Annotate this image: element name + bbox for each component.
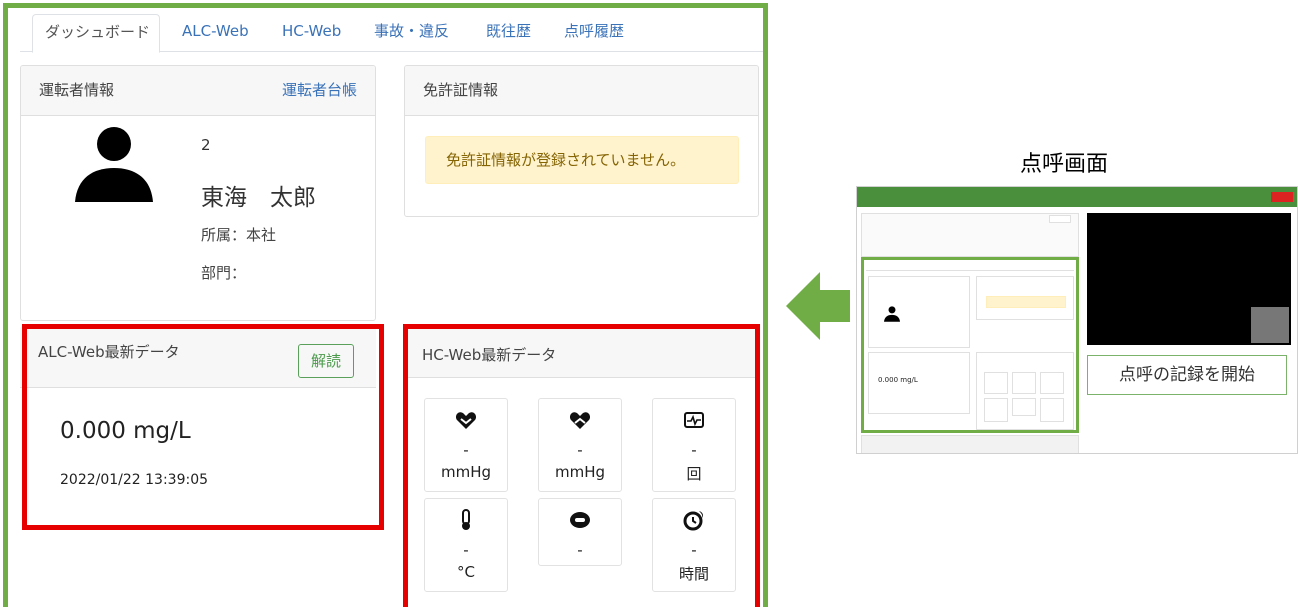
zoomed-dashboard: ダッシュボード ALC-Web HC-Web 事故・違反 既往歴 点呼履歴 運転…: [3, 3, 768, 607]
tab-accident[interactable]: 事故・違反: [374, 14, 449, 52]
tab-dashboard[interactable]: ダッシュボード: [32, 14, 160, 53]
thumb-header-bar: [857, 187, 1297, 207]
tab-alc-web[interactable]: ALC-Web: [182, 14, 249, 52]
license-card-title: 免許証情報: [423, 81, 499, 99]
screen-caption: 点呼画面: [1020, 152, 1109, 177]
tab-roll-call-history[interactable]: 点呼履歴: [564, 14, 624, 52]
driver-name: 東海 太郎: [201, 185, 316, 211]
driver-affiliation: 所属：本社: [201, 226, 277, 244]
tab-hc-web[interactable]: HC-Web: [282, 14, 341, 52]
license-missing-alert: 免許証情報が登録されていません。: [425, 136, 739, 184]
driver-info-card: 運転者情報 運転者台帳 2 東海 太郎 所属：本社 部門：: [20, 65, 376, 321]
driver-card-title: 運転者情報: [39, 81, 115, 99]
person-icon: [75, 127, 153, 202]
alc-highlight-box: [22, 324, 384, 530]
thumb-pip-view: [1251, 307, 1289, 343]
driver-register-link[interactable]: 運転者台帳: [282, 66, 357, 114]
tab-bar: ダッシュボード ALC-Web HC-Web 事故・違反 既往歴 点呼履歴: [20, 8, 763, 53]
thumb-dashboard-highlight: 0.000 mg/L: [861, 257, 1079, 433]
license-card-header: 免許証情報: [405, 66, 758, 116]
thumb-info-panel: [861, 213, 1079, 257]
hc-highlight-box: [403, 324, 760, 607]
thumb-person-icon: [884, 306, 900, 322]
roll-call-screen-thumbnail: 0.000 mg/L 点呼の記録を開始: [856, 186, 1298, 454]
driver-card-header: 運転者情報 運転者台帳: [21, 66, 375, 116]
arrow-left-icon: [786, 272, 850, 340]
thumb-small-button: [1049, 215, 1071, 223]
start-recording-button[interactable]: 点呼の記録を開始: [1087, 355, 1287, 395]
license-info-card: 免許証情報 免許証情報が登録されていません。: [404, 65, 759, 217]
thumb-video-area: [1087, 213, 1291, 345]
thumb-red-button: [1271, 192, 1293, 202]
tab-history[interactable]: 既往歴: [486, 14, 531, 52]
driver-department: 部門：: [201, 264, 247, 282]
thumb-bottom-panel: [861, 435, 1079, 453]
driver-id: 2: [201, 136, 211, 154]
